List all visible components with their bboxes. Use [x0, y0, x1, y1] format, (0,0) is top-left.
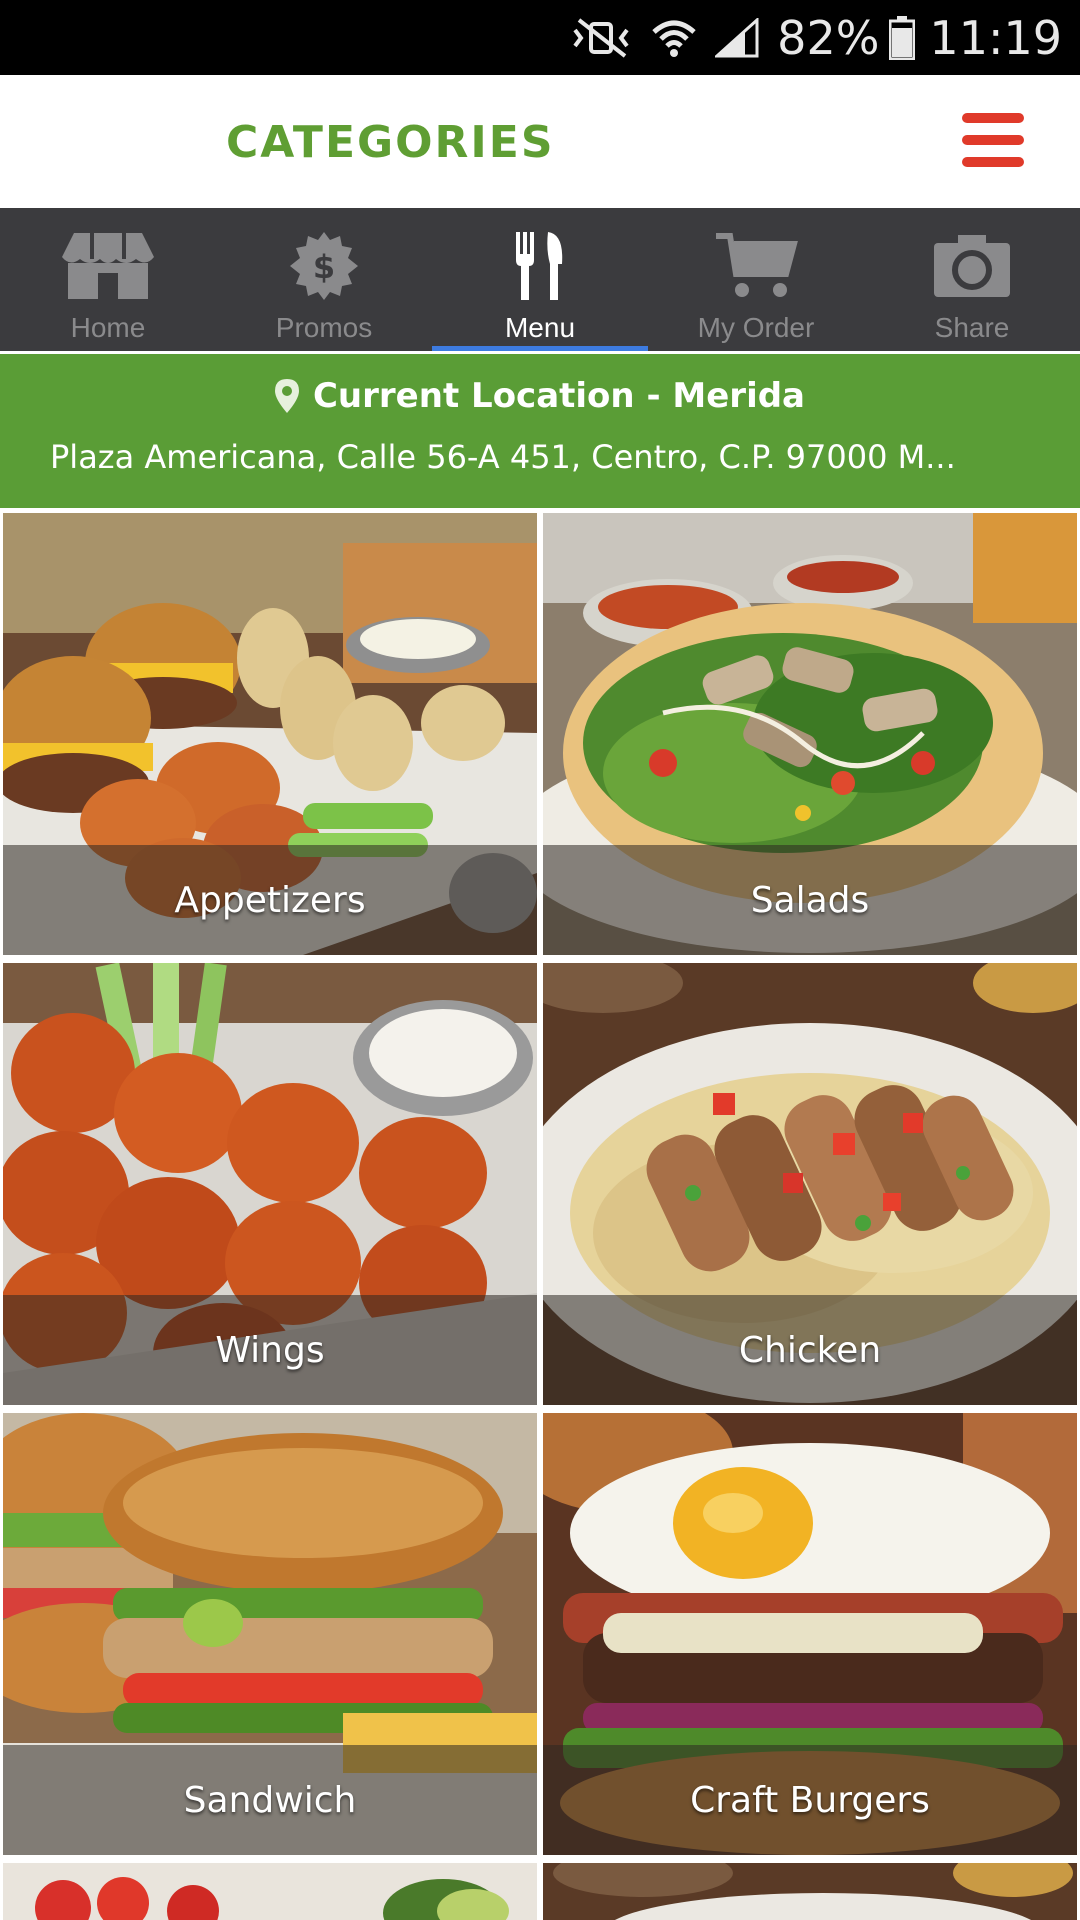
tab-promos[interactable]: $ Promos [216, 208, 432, 351]
category-grid: Appetizers Salads Wings Chicken Sandwich… [0, 508, 1080, 1920]
caption-band: Salads [543, 845, 1077, 955]
status-bar: 82% 11:19 [0, 0, 1080, 75]
category-label: Wings [215, 1329, 325, 1371]
category-chicken[interactable]: Chicken [543, 963, 1077, 1405]
tab-my-order[interactable]: My Order [648, 208, 864, 351]
category-tile-partial[interactable] [3, 1863, 537, 1920]
category-label: Chicken [738, 1329, 882, 1371]
caption-band: Chicken [543, 1295, 1077, 1405]
camera-icon [932, 228, 1012, 304]
category-appetizers[interactable]: Appetizers [3, 513, 537, 955]
caption-band: Sandwich [3, 1745, 537, 1855]
tab-menu[interactable]: Menu [432, 208, 648, 351]
battery-icon [889, 15, 916, 60]
menu-bar-top [962, 113, 1024, 123]
tab-label: Promos [275, 312, 373, 343]
svg-text:$: $ [313, 248, 335, 286]
page-title: CATEGORIES [226, 117, 555, 168]
category-label: Appetizers [174, 879, 366, 921]
location-title-row: Current Location - Merida [0, 376, 1080, 416]
category-label: Sandwich [183, 1779, 357, 1821]
caption-band: Wings [3, 1295, 537, 1405]
location-address: Plaza Americana, Calle 56-A 451, Centro,… [50, 438, 956, 476]
wifi-icon [651, 16, 697, 60]
storefront-icon [60, 228, 156, 304]
hamburger-menu-icon[interactable] [962, 109, 1024, 171]
location-banner[interactable]: Current Location - Merida Plaza American… [0, 354, 1080, 508]
category-label: Craft Burgers [690, 1779, 930, 1821]
vibrate-mute-icon [571, 17, 633, 58]
tab-share[interactable]: Share [864, 208, 1080, 351]
category-sandwich[interactable]: Sandwich [3, 1413, 537, 1855]
tab-label: Share [934, 312, 1010, 343]
menu-bar-bottom [962, 157, 1024, 167]
tomatoes-photo [3, 1863, 537, 1920]
cart-icon [714, 228, 798, 304]
tab-bar: Home $ Promos Menu My Order Share [0, 208, 1080, 351]
category-salads[interactable]: Salads [543, 513, 1077, 955]
tab-label: Home [70, 312, 146, 343]
tab-label: Menu [504, 312, 576, 343]
caption-band: Craft Burgers [543, 1745, 1077, 1855]
promo-badge-icon: $ [288, 228, 360, 304]
clock: 11:19 [929, 10, 1062, 65]
tab-home[interactable]: Home [0, 208, 216, 351]
map-pin-icon [274, 379, 299, 413]
category-wings[interactable]: Wings [3, 963, 537, 1405]
fork-knife-icon [512, 228, 568, 304]
location-title: Current Location - Merida [312, 376, 806, 416]
app-header: CATEGORIES [0, 75, 1080, 208]
tab-label: My Order [697, 312, 815, 343]
menu-bar-middle [962, 135, 1024, 145]
category-label: Salads [750, 879, 870, 921]
category-tile-partial[interactable] [543, 1863, 1077, 1920]
signal-icon [715, 17, 759, 58]
caption-band: Appetizers [3, 845, 537, 955]
category-craft-burgers[interactable]: Craft Burgers [543, 1413, 1077, 1855]
battery-percent: 82% [777, 10, 880, 65]
dish-photo [543, 1863, 1077, 1920]
